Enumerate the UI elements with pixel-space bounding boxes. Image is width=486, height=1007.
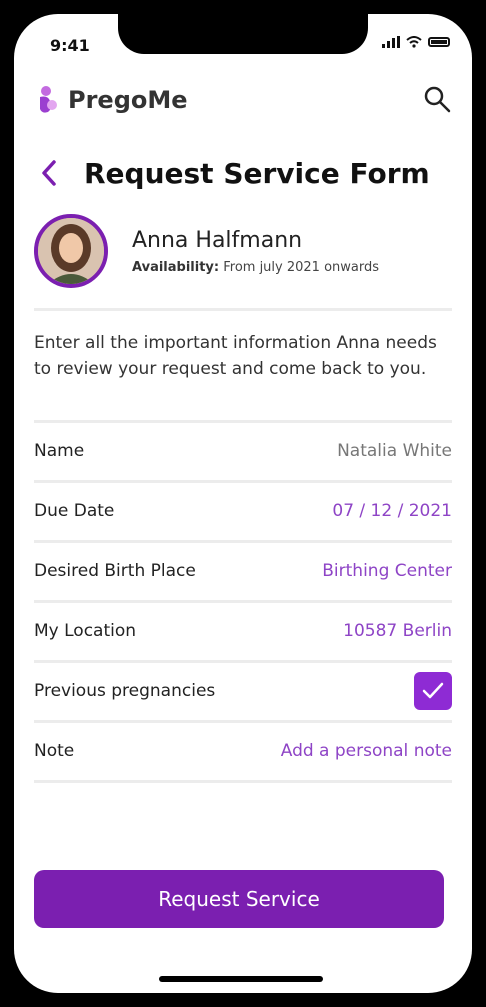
due-date-label: Due Date — [34, 501, 115, 521]
battery-icon — [428, 37, 450, 47]
form-row-note[interactable]: Note Add a personal note — [34, 722, 452, 780]
name-label: Name — [34, 441, 85, 461]
logo-icon — [40, 86, 57, 113]
note-label: Note — [34, 741, 75, 761]
app-name: PregoMe — [68, 86, 188, 114]
form-row-birth-place[interactable]: Desired Birth Place Birthing Center — [34, 542, 452, 600]
back-button[interactable] — [34, 153, 64, 193]
previous-pregnancies-checkbox[interactable] — [414, 672, 452, 710]
app-header: PregoMe — [34, 80, 452, 120]
wifi-icon — [406, 36, 422, 48]
page-title: Request Service Form — [84, 156, 430, 190]
name-value[interactable]: Natalia White — [337, 441, 452, 461]
notch — [118, 14, 368, 54]
signal-icon — [382, 36, 400, 48]
availability: Availability: From july 2021 onwards — [132, 260, 379, 275]
form-row-name[interactable]: Name Natalia White — [34, 422, 452, 480]
location-value[interactable]: 10587 Berlin — [343, 621, 452, 641]
phone-frame: 9:41 PregoMe Request Service Form Anna H… — [0, 0, 486, 1007]
availability-value: From july 2021 onwards — [223, 260, 380, 275]
provider-name: Anna Halfmann — [132, 228, 303, 253]
status-icons — [382, 36, 450, 48]
form-row-previous-pregnancies[interactable]: Previous pregnancies — [34, 662, 452, 720]
divider — [34, 308, 452, 311]
request-service-button[interactable]: Request Service — [34, 870, 444, 928]
avatar — [34, 214, 108, 288]
intro-text: Enter all the important information Anna… — [34, 333, 437, 379]
home-indicator[interactable] — [159, 976, 323, 982]
back-icon — [42, 160, 56, 186]
screen: 9:41 PregoMe Request Service Form Anna H… — [14, 14, 472, 993]
form-row-due-date[interactable]: Due Date 07 / 12 / 2021 — [34, 482, 452, 540]
status-time: 9:41 — [50, 36, 90, 55]
provider-profile: Anna Halfmann Availability: From july 20… — [34, 214, 452, 304]
availability-label: Availability: — [132, 260, 220, 275]
note-input[interactable]: Add a personal note — [281, 741, 452, 761]
page-header: Request Service Form — [34, 148, 452, 198]
divider — [34, 780, 452, 783]
search-icon[interactable] — [422, 84, 452, 114]
form-row-location[interactable]: My Location 10587 Berlin — [34, 602, 452, 660]
logo[interactable]: PregoMe — [34, 85, 188, 115]
birth-place-label: Desired Birth Place — [34, 561, 196, 581]
due-date-value[interactable]: 07 / 12 / 2021 — [332, 501, 452, 521]
previous-pregnancies-label: Previous pregnancies — [34, 681, 216, 701]
birth-place-value[interactable]: Birthing Center — [322, 561, 452, 581]
checkmark-icon — [422, 682, 444, 699]
location-label: My Location — [34, 621, 137, 641]
